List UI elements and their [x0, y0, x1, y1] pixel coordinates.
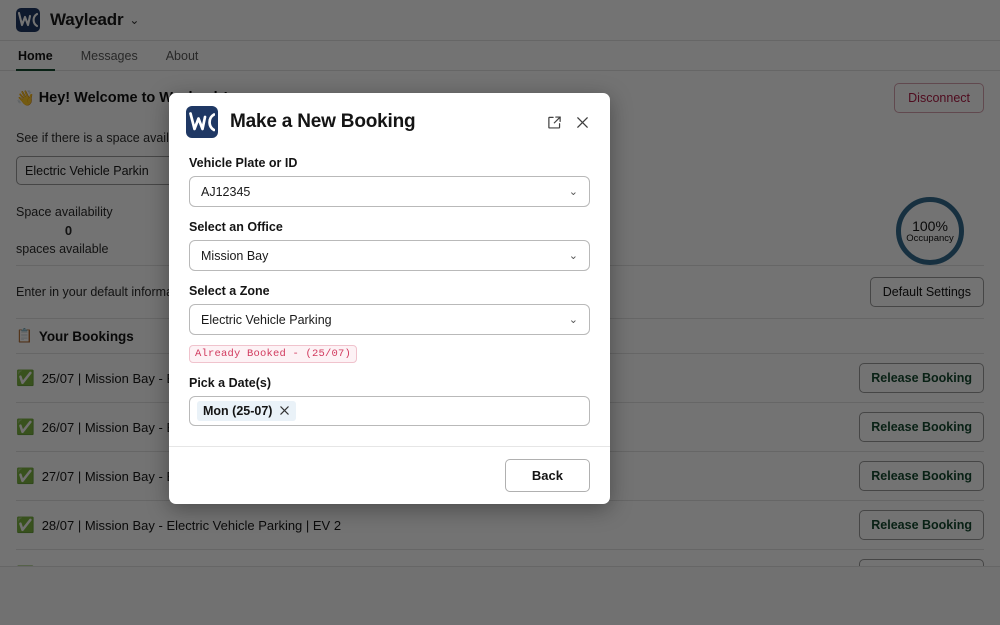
office-label: Select an Office: [189, 220, 283, 234]
pick-date-label: Pick a Date(s): [189, 376, 271, 390]
zone-select[interactable]: Electric Vehicle Parking ⌄: [189, 304, 590, 335]
wayleadr-logo-icon: [186, 106, 218, 138]
date-picker-input[interactable]: Mon (25-07): [189, 396, 590, 426]
modal-header: Make a New Booking: [169, 93, 610, 146]
zone-label: Select a Zone: [189, 284, 270, 298]
modal-title: Make a New Booking: [230, 111, 416, 132]
remove-date-icon[interactable]: [279, 405, 290, 418]
zone-value: Electric Vehicle Parking: [201, 312, 332, 327]
close-icon[interactable]: [571, 111, 593, 133]
external-link-icon[interactable]: [543, 111, 565, 133]
modal-body: Vehicle Plate or ID AJ12345 ⌄ Select an …: [169, 146, 610, 446]
chevron-down-icon: ⌄: [568, 250, 578, 262]
date-chip-label: Mon (25-07): [203, 404, 273, 418]
office-value: Mission Bay: [201, 248, 269, 263]
chevron-down-icon: ⌄: [568, 186, 578, 198]
date-chip[interactable]: Mon (25-07): [197, 401, 297, 421]
new-booking-modal: Make a New Booking Vehicle Plate or ID A…: [169, 93, 610, 504]
vehicle-plate-select[interactable]: AJ12345 ⌄: [189, 176, 590, 207]
vehicle-plate-label: Vehicle Plate or ID: [189, 156, 298, 170]
already-booked-badge: Already Booked - (25/07): [189, 345, 358, 363]
chevron-down-icon: ⌄: [568, 314, 578, 326]
modal-footer: Back: [169, 446, 610, 504]
back-button[interactable]: Back: [504, 459, 590, 492]
office-select[interactable]: Mission Bay ⌄: [189, 240, 590, 271]
vehicle-plate-value: AJ12345: [201, 184, 251, 199]
